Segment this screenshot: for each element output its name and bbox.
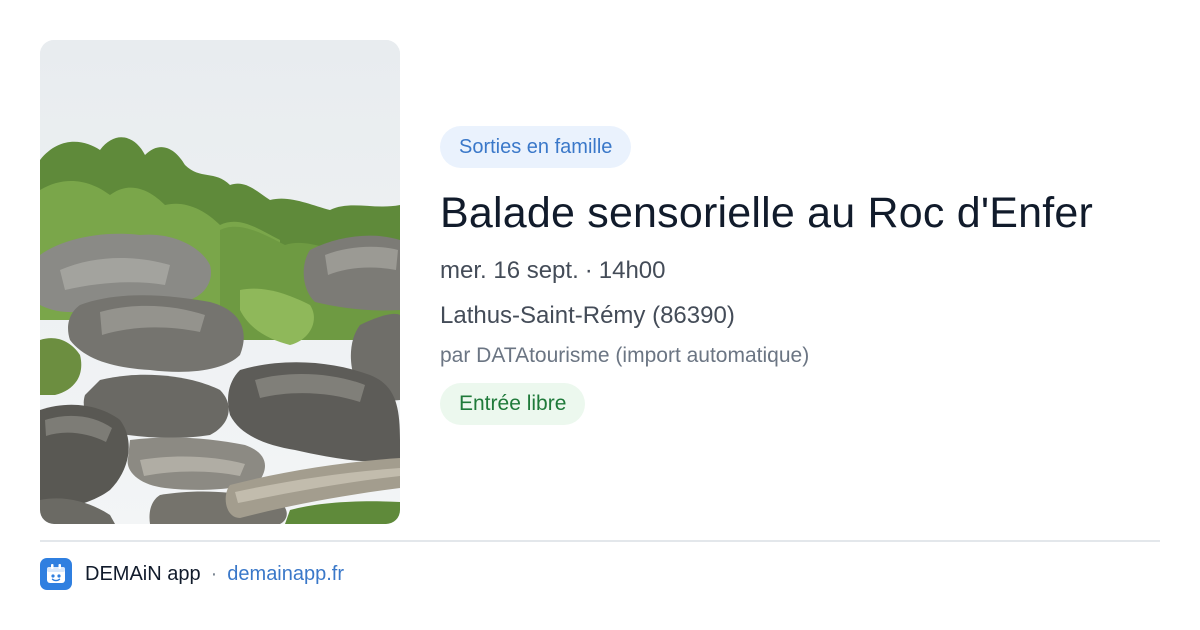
- datetime-separator: ·: [584, 257, 593, 284]
- landscape-photo-icon: [40, 40, 400, 524]
- event-info: Sorties en famille Balade sensorielle au…: [440, 126, 1160, 425]
- demain-app-icon: [40, 558, 72, 590]
- event-photo: [40, 40, 400, 524]
- footer-divider: [40, 540, 1160, 542]
- category-badge[interactable]: Sorties en famille: [440, 126, 632, 168]
- event-datetime: mer. 16 sept. · 14h00: [440, 254, 1160, 288]
- event-title: Balade sensorielle au Roc d'Enfer: [440, 189, 1094, 237]
- event-date: mer. 16 sept.: [440, 257, 579, 284]
- event-location: Lathus-Saint-Rémy (86390): [440, 302, 735, 329]
- event-organizer: par DATAtourisme (import automatique): [440, 344, 810, 367]
- price-badge: Entrée libre: [440, 383, 586, 425]
- event-time: 14h00: [598, 257, 666, 284]
- footer: DEMAiN app · demainapp.fr: [40, 557, 344, 591]
- event-share-card: Sorties en famille Balade sensorielle au…: [0, 0, 1200, 630]
- app-url-link[interactable]: demainapp.fr: [227, 563, 344, 586]
- footer-separator: ·: [210, 562, 218, 585]
- app-name: DEMAiN app: [85, 562, 201, 585]
